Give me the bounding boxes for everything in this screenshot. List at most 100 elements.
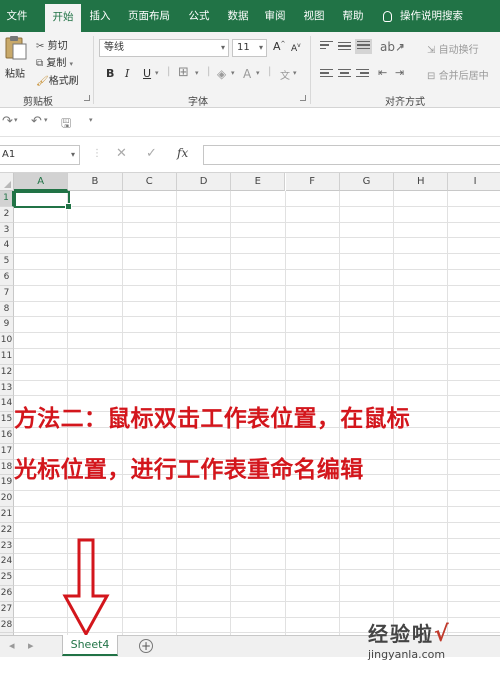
- increase-indent-icon[interactable]: ⇥: [395, 66, 404, 79]
- font-name-select[interactable]: 等线 ▾: [99, 39, 229, 57]
- column-header-d[interactable]: D: [176, 173, 232, 191]
- row-header-28[interactable]: 28: [0, 617, 14, 634]
- row-header-17[interactable]: 17: [0, 443, 14, 460]
- chevron-down-icon[interactable]: ▾: [155, 69, 159, 77]
- wrap-text-button[interactable]: ⇲ 自动换行: [427, 41, 479, 56]
- row-header-22[interactable]: 22: [0, 522, 14, 539]
- format-painter-button[interactable]: 🖌格式刷: [36, 72, 79, 87]
- column-header-c[interactable]: C: [122, 173, 177, 191]
- formula-input[interactable]: [203, 145, 500, 165]
- chevron-down-icon[interactable]: ▾: [293, 69, 297, 77]
- checkmark-icon: √: [434, 622, 449, 647]
- underline-button[interactable]: U: [143, 67, 151, 80]
- column-header-a[interactable]: A: [14, 173, 69, 191]
- row-header-25[interactable]: 25: [0, 570, 14, 586]
- row-header-15[interactable]: 15: [0, 412, 14, 428]
- save-icon[interactable]: 🖫: [61, 114, 71, 135]
- tab-formulas[interactable]: 公式: [183, 0, 215, 32]
- row-header-24[interactable]: 24: [0, 554, 14, 571]
- row-header-26[interactable]: 26: [0, 586, 14, 602]
- wrap-text-label: 自动换行: [438, 45, 479, 56]
- undo-icon[interactable]: ↶: [31, 114, 42, 129]
- select-all-button[interactable]: [0, 173, 14, 191]
- row-header-12[interactable]: 12: [0, 364, 14, 381]
- row-header-13[interactable]: 13: [0, 380, 14, 397]
- next-sheet-icon[interactable]: ▸: [28, 639, 34, 652]
- tab-file[interactable]: 文件: [0, 0, 34, 32]
- phonetic-icon[interactable]: 文: [280, 67, 290, 82]
- tab-data[interactable]: 数据: [222, 0, 254, 32]
- tab-home[interactable]: 开始: [45, 4, 81, 32]
- tab-review[interactable]: 审阅: [259, 0, 291, 32]
- row-header-6[interactable]: 6: [0, 270, 14, 286]
- column-header-h[interactable]: H: [394, 173, 449, 191]
- tab-page-layout[interactable]: 页面布局: [124, 0, 174, 32]
- clipboard-dialog-launcher-icon[interactable]: [84, 95, 90, 101]
- add-sheet-icon[interactable]: +: [139, 639, 153, 653]
- chevron-down-icon[interactable]: ▾: [400, 43, 404, 51]
- chevron-down-icon[interactable]: ▾: [44, 116, 48, 124]
- row-header-1[interactable]: 1: [0, 191, 14, 207]
- row-header-16[interactable]: 16: [0, 428, 14, 444]
- enter-icon[interactable]: ✓: [146, 146, 157, 161]
- tell-me-search[interactable]: 操作说明搜索: [383, 0, 463, 32]
- decrease-indent-icon[interactable]: ⇤: [378, 66, 387, 79]
- tab-help[interactable]: 帮助: [337, 0, 369, 32]
- row-header-2[interactable]: 2: [0, 206, 14, 223]
- column-header-f[interactable]: F: [285, 173, 340, 191]
- bold-button[interactable]: B: [106, 67, 114, 80]
- row-header-8[interactable]: 8: [0, 301, 14, 318]
- chevron-down-icon[interactable]: ▾: [231, 69, 235, 77]
- column-header-b[interactable]: B: [68, 173, 123, 191]
- customize-toolbar-icon[interactable]: ▾: [89, 116, 93, 124]
- cut-button[interactable]: ✂ 剪切: [36, 37, 68, 52]
- grow-font-button[interactable]: A^: [273, 40, 286, 53]
- insert-function-icon[interactable]: fx: [177, 146, 188, 160]
- row-header-20[interactable]: 20: [0, 491, 14, 507]
- row-header-7[interactable]: 7: [0, 285, 14, 302]
- row-header-18[interactable]: 18: [0, 459, 14, 476]
- row-header-27[interactable]: 27: [0, 601, 14, 618]
- active-cell-a1[interactable]: [14, 191, 72, 210]
- align-top-icon[interactable]: [320, 41, 333, 52]
- name-box[interactable]: A1 ▾: [0, 145, 80, 165]
- font-dialog-launcher-icon[interactable]: [300, 95, 306, 101]
- row-header-3[interactable]: 3: [0, 222, 14, 239]
- chevron-down-icon[interactable]: ▾: [195, 69, 199, 77]
- column-header-i[interactable]: I: [448, 173, 500, 191]
- tab-insert[interactable]: 插入: [84, 0, 116, 32]
- row-header-23[interactable]: 23: [0, 538, 14, 555]
- row-header-19[interactable]: 19: [0, 475, 14, 492]
- row-header-11[interactable]: 11: [0, 349, 14, 365]
- align-left-icon[interactable]: [320, 69, 333, 80]
- redo-icon[interactable]: ↷: [2, 114, 13, 129]
- fill-color-icon[interactable]: ◈: [217, 67, 226, 81]
- prev-sheet-icon[interactable]: ◂: [9, 639, 15, 652]
- cancel-icon[interactable]: ✕: [116, 146, 127, 161]
- align-right-icon[interactable]: [356, 69, 369, 80]
- merge-center-button[interactable]: ⊟ 合并后居中: [427, 67, 489, 82]
- chevron-down-icon[interactable]: ▾: [14, 116, 18, 124]
- row-header-10[interactable]: 10: [0, 333, 14, 349]
- column-header-e[interactable]: E: [231, 173, 286, 191]
- chevron-down-icon[interactable]: ▾: [256, 69, 260, 77]
- row-header-14[interactable]: 14: [0, 396, 14, 413]
- shrink-font-button[interactable]: Av: [291, 42, 301, 54]
- align-middle-icon[interactable]: [338, 42, 351, 53]
- copy-button[interactable]: ⧉ 复制 ▾: [36, 54, 73, 69]
- italic-button[interactable]: I: [125, 67, 129, 80]
- align-center-icon[interactable]: [338, 69, 351, 80]
- row-header-21[interactable]: 21: [0, 507, 14, 523]
- row-header-9[interactable]: 9: [0, 317, 14, 334]
- borders-icon[interactable]: ⊞: [178, 65, 189, 80]
- paste-button[interactable]: 粘贴: [3, 35, 29, 87]
- font-color-icon[interactable]: A: [243, 67, 251, 81]
- sheet-tab-sheet4[interactable]: Sheet4: [62, 635, 118, 656]
- align-bottom-icon[interactable]: [355, 39, 372, 54]
- font-size-select[interactable]: 11 ▾: [232, 39, 267, 57]
- tab-view[interactable]: 视图: [298, 0, 330, 32]
- row-header-5[interactable]: 5: [0, 254, 14, 270]
- column-header-g[interactable]: G: [339, 173, 395, 191]
- row-header-4[interactable]: 4: [0, 238, 14, 255]
- group-label-alignment: 对齐方式: [385, 97, 425, 108]
